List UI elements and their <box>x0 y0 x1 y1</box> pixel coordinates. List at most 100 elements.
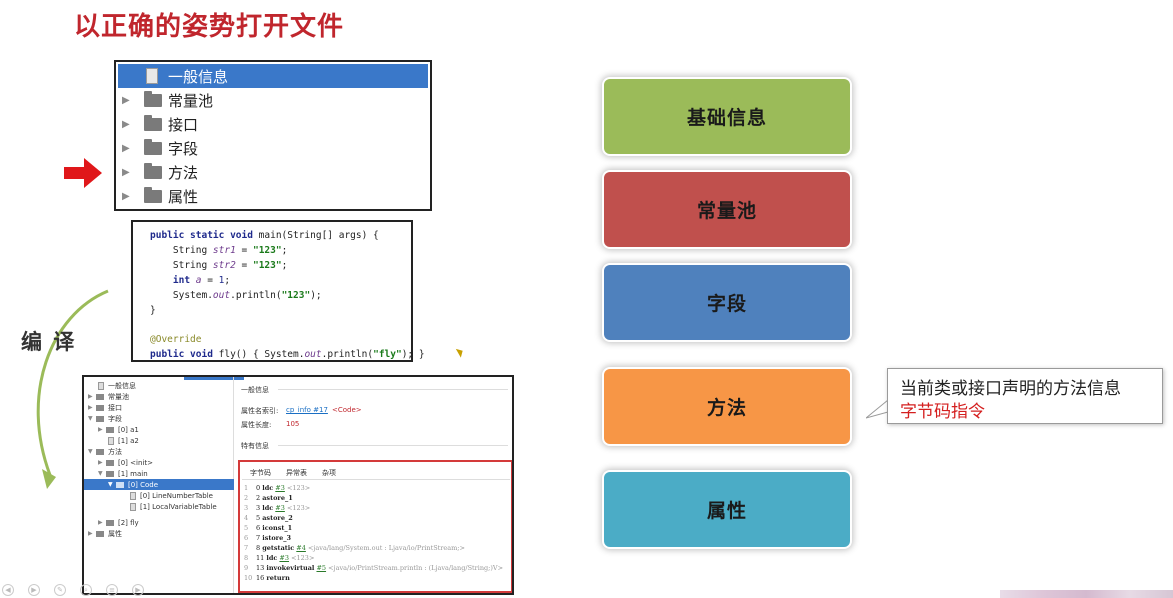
compile-label: 编 译 <box>21 330 77 354</box>
ide-tree-item[interactable]: ▶ 常量池 <box>88 391 129 402</box>
expand-arrow-icon[interactable]: ▶ <box>88 530 96 537</box>
ide-tree-label: [1] LocalVariableTable <box>140 502 217 511</box>
bytecode-offset: 5 <box>256 514 261 522</box>
attr-name-value: <Code> <box>332 406 362 414</box>
pen-icon[interactable]: ✎ <box>54 584 66 596</box>
method-callout: 当前类或接口声明的方法信息 字节码指令 <box>887 368 1163 424</box>
code-token: str2 <box>212 260 236 271</box>
folder-icon <box>106 519 114 526</box>
ide-tree-item[interactable]: ▼ 方法 <box>88 446 122 457</box>
bytecode-ref[interactable]: #4 <box>296 544 306 552</box>
bytecode-op: astore_1 <box>262 494 293 502</box>
code-token: = <box>235 245 253 256</box>
callout-text: 当前类或接口声明的方法信息 <box>900 379 1121 399</box>
tree-item-fields[interactable]: ▶ 字段 <box>118 136 428 160</box>
expand-arrow-icon[interactable]: ▶ <box>122 119 136 130</box>
collapse-arrow-icon[interactable]: ▼ <box>108 481 116 488</box>
tree-item-general-info[interactable]: 一般信息 <box>118 64 428 88</box>
bytecode-ref[interactable]: #3 <box>279 554 289 562</box>
ide-tree-item[interactable]: 一般信息 <box>98 380 136 391</box>
bytecode-line: 45 astore_2 <box>244 514 293 522</box>
ide-tree-item[interactable]: ▶ [0] <init> <box>98 457 153 468</box>
code-token: public void <box>150 349 219 360</box>
folder-icon <box>144 162 162 179</box>
tree-item-attributes[interactable]: ▶ 属性 <box>118 184 428 208</box>
ide-tree-item[interactable]: ▼ 字段 <box>88 413 122 424</box>
prev-icon[interactable]: ◀ <box>2 584 14 596</box>
tree-item-interfaces[interactable]: ▶ 接口 <box>118 112 428 136</box>
java-source-code: public static void main(String[] args) {… <box>131 220 425 362</box>
expand-arrow-icon[interactable]: ▶ <box>122 143 136 154</box>
collapse-arrow-icon[interactable]: ▼ <box>88 448 96 455</box>
folder-icon <box>96 530 104 537</box>
ide-tree-label: [0] <init> <box>118 458 153 467</box>
next-icon[interactable]: ▶ <box>132 584 144 596</box>
section-constant-pool[interactable]: 常量池 <box>604 172 850 247</box>
section-attributes[interactable]: 属性 <box>604 472 850 547</box>
ide-detail-panel: 一般信息 属性名索引: cp_info #17 <Code> 属性长度: 105… <box>236 377 512 593</box>
bytecode-line: 8 11 ldc #3 <123> <box>244 554 314 562</box>
line-number: 6 <box>244 534 249 542</box>
code-token: } <box>150 305 156 316</box>
tree-item-constant-pool[interactable]: ▶ 常量池 <box>118 88 428 112</box>
ide-tree-item[interactable]: ▼ [1] main <box>98 468 148 479</box>
tab-exception-table[interactable]: 异常表 <box>286 468 307 478</box>
expand-arrow-icon[interactable]: ▶ <box>88 404 96 411</box>
line-number: 3 <box>244 504 249 512</box>
bytecode-op: ldc <box>262 504 274 512</box>
bytecode-op: invokevirtual <box>266 564 315 572</box>
section-basic-info[interactable]: 基础信息 <box>604 79 850 154</box>
ide-tree-item[interactable]: [1] LocalVariableTable <box>130 501 217 512</box>
folder-icon <box>106 470 114 477</box>
section-label: 基础信息 <box>686 107 767 129</box>
attr-name-link[interactable]: cp_info #17 <box>286 406 328 414</box>
code-token: String <box>150 260 213 271</box>
bytecode-op: iconst_1 <box>262 524 293 532</box>
zoom-icon[interactable]: ⌕ <box>80 584 92 596</box>
folder-icon <box>144 90 162 107</box>
ide-tree-label: 常量池 <box>108 392 129 401</box>
code-token: ); <box>310 290 322 301</box>
ide-tree-item[interactable]: [1] a2 <box>108 435 139 446</box>
bytecode-line: 56 iconst_1 <box>244 524 292 532</box>
section-label: 常量池 <box>696 200 757 222</box>
ide-tree-item[interactable]: [0] LineNumberTable <box>130 490 213 501</box>
section-methods[interactable]: 方法 <box>604 369 850 444</box>
bytecode-ref[interactable]: #5 <box>316 564 326 572</box>
expand-arrow-icon[interactable]: ▶ <box>98 519 106 526</box>
ide-tree-item[interactable]: ▶ [2] fly <box>98 517 139 528</box>
player-controls: ◀ ▶ ✎ ⌕ ≡ ▶ <box>0 584 240 598</box>
tab-misc[interactable]: 杂项 <box>322 468 336 478</box>
bytecode-offset: 2 <box>256 494 261 502</box>
expand-arrow-icon[interactable]: ▶ <box>122 95 136 106</box>
menu-icon[interactable]: ≡ <box>106 584 118 596</box>
ide-tree-label: 接口 <box>108 403 122 412</box>
ide-tree-label: [1] a2 <box>118 436 139 445</box>
expand-arrow-icon[interactable]: ▶ <box>88 393 96 400</box>
bytecode-ref[interactable]: #3 <box>275 504 285 512</box>
code-token: "123" <box>252 260 282 271</box>
expand-arrow-icon[interactable]: ▶ <box>98 426 106 433</box>
bytecode-ref[interactable]: #3 <box>275 484 285 492</box>
code-token: "123" <box>281 290 311 301</box>
tree-item-methods[interactable]: ▶ 方法 <box>118 160 428 184</box>
expand-arrow-icon[interactable]: ▶ <box>98 459 106 466</box>
ide-tree-item[interactable]: ▶ [0] a1 <box>98 424 139 435</box>
tab-bytecode[interactable]: 字节码 <box>250 468 271 478</box>
collapse-arrow-icon[interactable]: ▼ <box>98 470 106 477</box>
bytecode-op: astore_2 <box>262 514 293 522</box>
code-token: System. <box>150 290 213 301</box>
play-icon[interactable]: ▶ <box>28 584 40 596</box>
bytecode-line: 67 istore_3 <box>244 534 291 542</box>
section-fields[interactable]: 字段 <box>604 265 850 340</box>
code-token: ; <box>281 260 288 271</box>
ide-tree-item[interactable]: ▶ 接口 <box>88 402 122 413</box>
bytecode-comment: <123> <box>291 554 315 562</box>
folder-icon <box>96 415 104 422</box>
collapse-arrow-icon[interactable]: ▼ <box>88 415 96 422</box>
expand-arrow-icon[interactable]: ▶ <box>122 167 136 178</box>
expand-arrow-icon[interactable]: ▶ <box>122 191 136 202</box>
ide-tree-item-selected[interactable]: ▼ [0] Code <box>84 479 234 490</box>
bytecode-op: ldc <box>262 484 274 492</box>
ide-tree-item[interactable]: ▶ 属性 <box>88 528 122 539</box>
